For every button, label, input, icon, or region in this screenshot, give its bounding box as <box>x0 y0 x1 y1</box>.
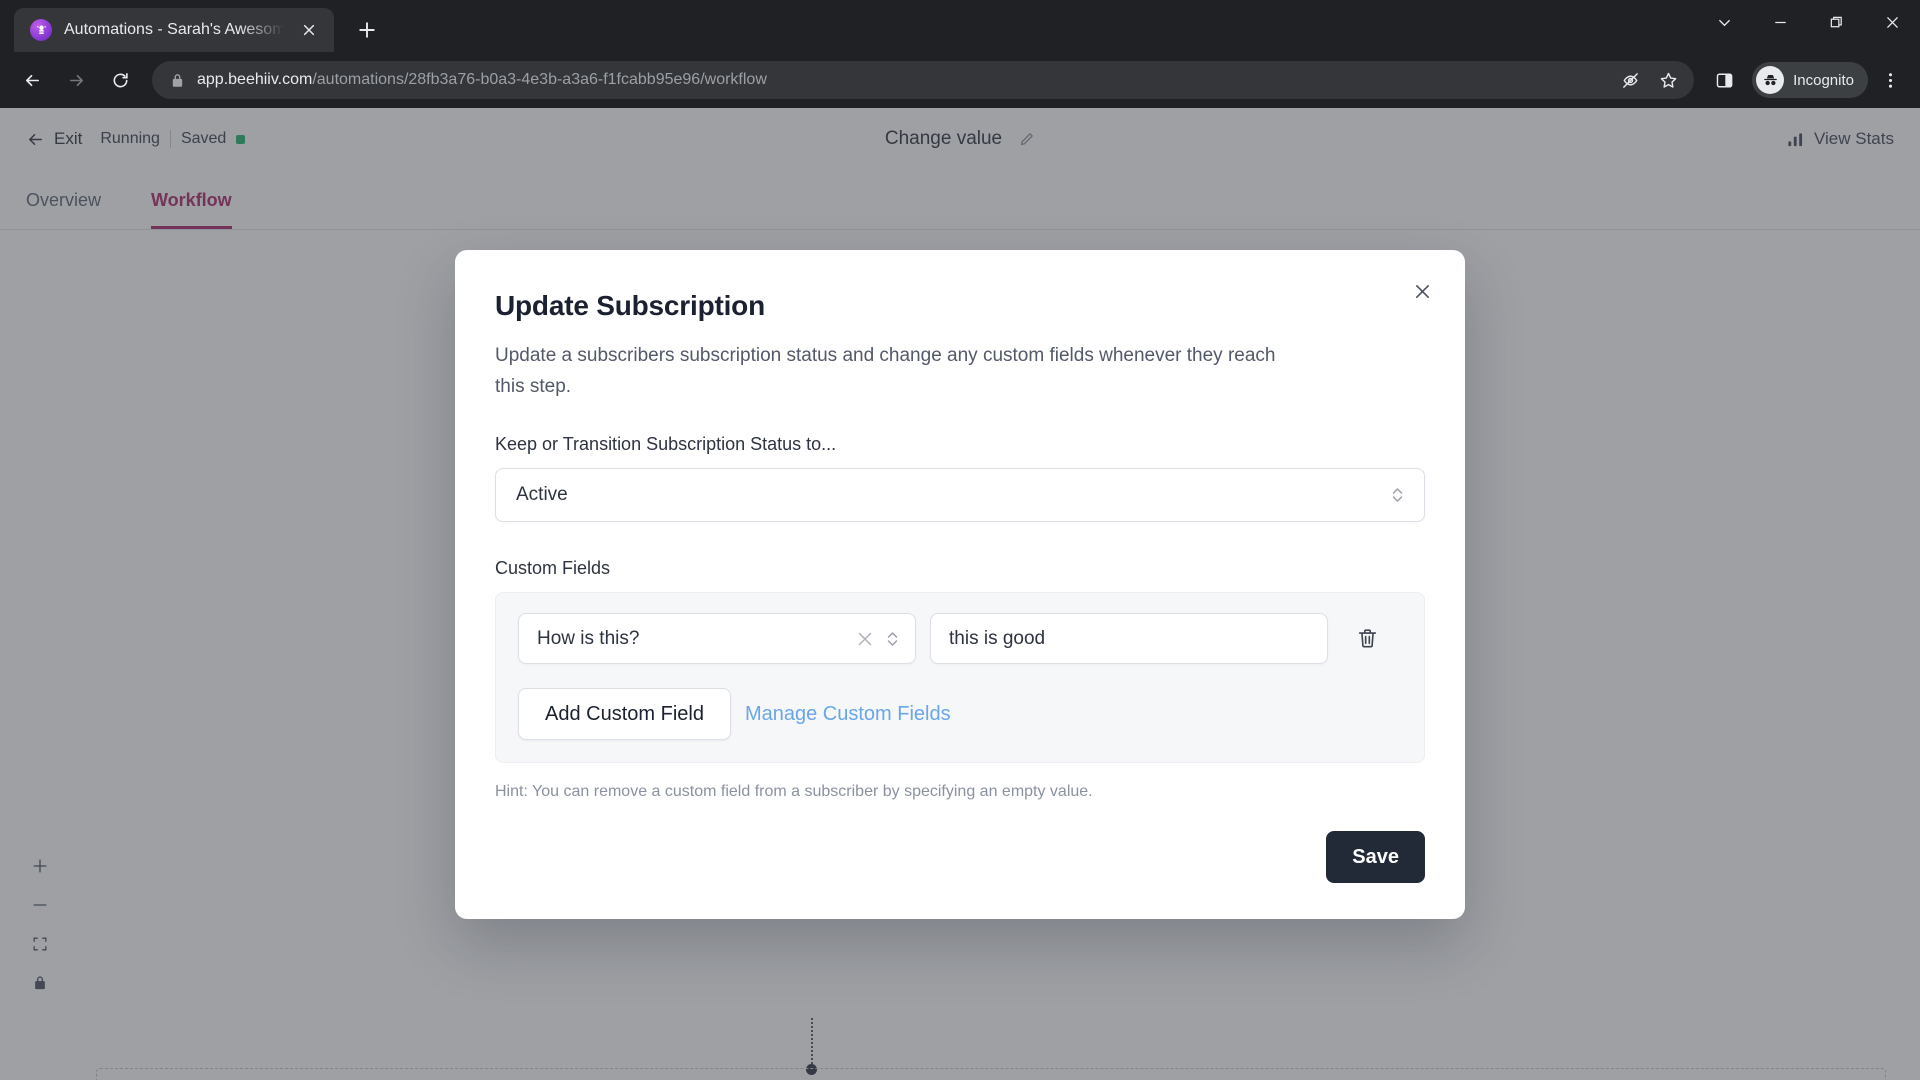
star-icon[interactable] <box>1650 62 1686 98</box>
close-icon <box>1415 284 1429 298</box>
up-down-chevron-icon <box>887 631 898 646</box>
incognito-icon <box>1756 66 1785 94</box>
back-button[interactable] <box>12 60 52 100</box>
trash-icon <box>1358 629 1376 648</box>
add-custom-field-button[interactable]: Add Custom Field <box>518 688 731 740</box>
up-down-chevron-icon <box>1392 488 1403 502</box>
url-path: /automations/28fb3a76-b0a3-4e3b-a3a6-f1f… <box>312 71 767 88</box>
x-icon[interactable] <box>856 630 874 648</box>
delete-custom-field-button[interactable] <box>1350 622 1384 656</box>
manage-custom-fields-link[interactable]: Manage Custom Fields <box>745 703 951 726</box>
page-viewport: Exit Running Saved Change value View Sta… <box>0 108 1920 1080</box>
close-tab-icon[interactable] <box>296 17 322 43</box>
beehiiv-favicon <box>30 19 52 41</box>
modal-footer: Save <box>495 831 1425 883</box>
view-stats-button[interactable]: View Stats <box>1786 129 1894 149</box>
omnibox-actions <box>1612 62 1686 98</box>
close-window-icon[interactable] <box>1864 0 1920 44</box>
custom-fields-label: Custom Fields <box>495 558 611 578</box>
modal-close-button[interactable] <box>1405 274 1439 308</box>
minimize-icon[interactable] <box>1752 0 1808 44</box>
three-dot-menu-icon[interactable] <box>1872 62 1908 98</box>
new-tab-button[interactable] <box>348 11 386 49</box>
tab-strip: Automations - Sarah's Awesome <box>0 0 1920 52</box>
custom-field-value-input[interactable]: this is good <box>930 613 1328 664</box>
browser-window: Automations - Sarah's Awesome app.beehii… <box>0 0 1920 1080</box>
subscription-status-select[interactable]: Active <box>495 468 1425 522</box>
browser-toolbar: app.beehiiv.com/automations/28fb3a76-b0a… <box>0 52 1920 108</box>
bar-chart-icon <box>1788 132 1803 146</box>
url-text: app.beehiiv.com/automations/28fb3a76-b0a… <box>197 71 1600 89</box>
chevron-down-icon[interactable] <box>1696 0 1752 44</box>
custom-field-name-select[interactable]: How is this? <box>518 613 916 664</box>
forward-button[interactable] <box>56 60 96 100</box>
profile-label: Incognito <box>1793 71 1854 89</box>
add-custom-field-label: Add Custom Field <box>545 702 704 725</box>
window-controls <box>1696 0 1920 44</box>
status-field-label: Keep or Transition Subscription Status t… <box>495 434 837 454</box>
side-panel-icon[interactable] <box>1706 62 1742 98</box>
subscription-status-value: Active <box>516 484 568 505</box>
modal-title: Update Subscription <box>495 290 765 321</box>
reload-button[interactable] <box>100 60 140 100</box>
save-button[interactable]: Save <box>1326 831 1425 883</box>
url-host: app.beehiiv.com <box>197 71 313 88</box>
custom-field-value-text: this is good <box>949 627 1046 649</box>
restore-icon[interactable] <box>1808 0 1864 44</box>
lock-icon <box>172 73 183 87</box>
eye-slash-icon[interactable] <box>1612 62 1648 98</box>
tab-title: Automations - Sarah's Awesome <box>64 21 284 38</box>
custom-fields-actions: Add Custom Field Manage Custom Fields <box>518 688 1402 740</box>
custom-fields-hint: Hint: You can remove a custom field from… <box>495 783 1093 800</box>
app-header-right: View Stats <box>1786 129 1894 149</box>
custom-field-name-value: How is this? <box>537 627 640 649</box>
modal-overlay[interactable]: Update Subscription Update a subscribers… <box>0 108 1920 1080</box>
modal-description: Update a subscribers subscription status… <box>495 345 1276 397</box>
profile-chip[interactable]: Incognito <box>1752 62 1868 98</box>
view-stats-label: View Stats <box>1813 129 1894 148</box>
custom-field-row: How is this? this is good <box>518 613 1402 664</box>
custom-fields-panel: How is this? this is good Add Custom Fie… <box>495 592 1425 763</box>
address-bar[interactable]: app.beehiiv.com/automations/28fb3a76-b0a… <box>152 61 1695 99</box>
update-subscription-modal: Update Subscription Update a subscribers… <box>455 250 1465 919</box>
browser-tab[interactable]: Automations - Sarah's Awesome <box>14 8 334 52</box>
